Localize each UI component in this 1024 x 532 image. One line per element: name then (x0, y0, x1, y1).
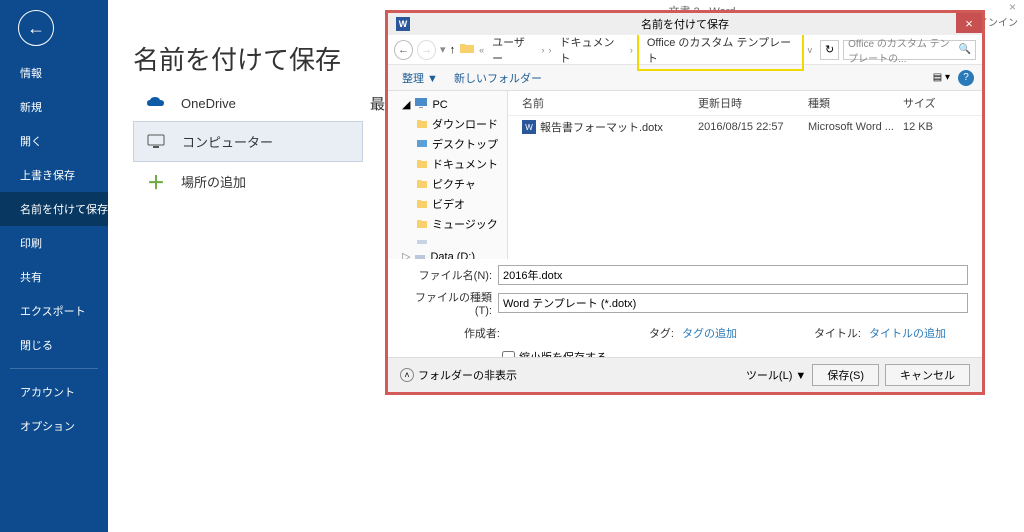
tree-downloads[interactable]: ダウンロード (388, 114, 507, 134)
file-row[interactable]: W報告書フォーマット.dotx 2016/08/15 22:57 Microso… (508, 116, 982, 138)
filetype-select[interactable] (498, 293, 968, 313)
target-add-place[interactable]: ＋ 場所の追加 (133, 162, 363, 201)
plus-icon: ＋ (145, 174, 167, 190)
tags-add-link[interactable]: タグの追加 (682, 325, 737, 341)
refresh-icon[interactable]: ↻ (820, 40, 839, 60)
tree-music[interactable]: ミュージック (388, 214, 507, 234)
sidebar-item-print[interactable]: 印刷 (0, 226, 108, 260)
arrow-left-icon: ← (27, 18, 45, 39)
tree-documents[interactable]: ドキュメント (388, 154, 507, 174)
target-add-place-label: 場所の追加 (181, 172, 246, 191)
nav-bar: ← → ▾ ↑ « ユーザー › › ドキュメント › Office のカスタム… (388, 35, 982, 65)
filename-input[interactable] (498, 265, 968, 285)
file-header: 名前 更新日時 種類 サイズ (508, 91, 982, 116)
target-onedrive-label: OneDrive (181, 96, 236, 111)
nav-tree: ◢PC ダウンロード デスクトップ ドキュメント ピクチャ ビデオ ミュージック… (388, 91, 508, 259)
tree-videos[interactable]: ビデオ (388, 194, 507, 214)
col-name[interactable]: 名前 (508, 95, 698, 111)
nav-forward-icon[interactable]: → (417, 40, 436, 60)
file-list: 名前 更新日時 種類 サイズ W報告書フォーマット.dotx 2016/08/1… (508, 91, 982, 259)
tree-pc[interactable]: ◢PC (388, 95, 507, 114)
tags-label: タグ: (616, 325, 674, 341)
col-type[interactable]: 種類 (808, 95, 903, 111)
back-button[interactable]: ← (18, 10, 54, 46)
target-onedrive[interactable]: OneDrive (133, 85, 363, 121)
nav-recent-icon[interactable]: ▾ (440, 43, 446, 56)
folder-icon (459, 42, 475, 57)
tree-desktop[interactable]: デスクトップ (388, 134, 507, 154)
save-dialog: W 名前を付けて保存 × ← → ▾ ↑ « ユーザー › › ドキュメント ›… (385, 10, 985, 395)
recent-heading: 最 (370, 93, 385, 114)
author-label: 作成者: (442, 325, 500, 341)
dialog-close-button[interactable]: × (956, 13, 982, 33)
monitor-icon (414, 97, 428, 112)
save-button[interactable]: 保存(S) (812, 364, 879, 386)
filetype-label: ファイルの種類(T): (402, 289, 498, 317)
organize-button[interactable]: 整理 ▼ (396, 68, 444, 88)
tree-drive[interactable] (388, 234, 507, 248)
target-computer[interactable]: コンピューター (133, 121, 363, 162)
view-options-icon[interactable]: ▤ ▾ (933, 72, 950, 83)
sidebar-item-new[interactable]: 新規 (0, 90, 108, 124)
tree-data-d[interactable]: ▷Data (D:) (388, 248, 507, 259)
filename-label: ファイル名(N): (402, 267, 498, 283)
cancel-button[interactable]: キャンセル (885, 364, 970, 386)
nav-back-icon[interactable]: ← (394, 40, 413, 60)
crumb-documents[interactable]: ドキュメント (555, 32, 625, 68)
sidebar-item-account[interactable]: アカウント (0, 375, 108, 409)
col-date[interactable]: 更新日時 (698, 95, 808, 111)
cloud-icon (145, 95, 167, 111)
tree-pictures[interactable]: ピクチャ (388, 174, 507, 194)
new-folder-button[interactable]: 新しいフォルダー (448, 68, 548, 88)
sidebar-item-close[interactable]: 閉じる (0, 328, 108, 362)
search-icon: 🔍 (959, 44, 971, 55)
sidebar-item-info[interactable]: 情報 (0, 56, 108, 90)
word-doc-icon: W (522, 120, 536, 134)
save-targets: OneDrive コンピューター ＋ 場所の追加 (133, 85, 363, 201)
dialog-titlebar: W 名前を付けて保存 × (388, 13, 982, 35)
search-input[interactable]: Office のカスタム テンプレートの... 🔍 (843, 40, 976, 60)
sidebar-item-options[interactable]: オプション (0, 409, 108, 443)
help-icon[interactable]: ? (958, 70, 974, 86)
sidebar-item-open[interactable]: 開く (0, 124, 108, 158)
folder-toggle[interactable]: ˄ フォルダーの非表示 (400, 367, 517, 383)
backstage-sidebar: ← 情報 新規 開く 上書き保存 名前を付けて保存 印刷 共有 エクスポート 閉… (0, 0, 108, 532)
title-add-link[interactable]: タイトルの追加 (869, 325, 946, 341)
computer-icon (146, 134, 168, 150)
window-close-icon[interactable]: × (1009, 0, 1016, 14)
title-label: タイトル: (803, 325, 861, 341)
nav-up-icon[interactable]: ↑ (450, 44, 456, 56)
crumb-users[interactable]: ユーザー (488, 32, 537, 68)
sidebar-item-saveas[interactable]: 名前を付けて保存 (0, 192, 108, 226)
tools-dropdown[interactable]: ツール(L) ▼ (746, 367, 806, 383)
target-computer-label: コンピューター (182, 132, 273, 151)
dialog-title: 名前を付けて保存 (641, 16, 729, 32)
chevron-up-icon: ˄ (400, 368, 414, 382)
dialog-footer: ˄ フォルダーの非表示 ツール(L) ▼ 保存(S) キャンセル (388, 357, 982, 392)
sidebar-item-save[interactable]: 上書き保存 (0, 158, 108, 192)
word-app-icon: W (396, 17, 410, 31)
sidebar-item-export[interactable]: エクスポート (0, 294, 108, 328)
col-size[interactable]: サイズ (903, 95, 982, 111)
sidebar-item-share[interactable]: 共有 (0, 260, 108, 294)
page-title: 名前を付けて保存 (133, 40, 341, 77)
